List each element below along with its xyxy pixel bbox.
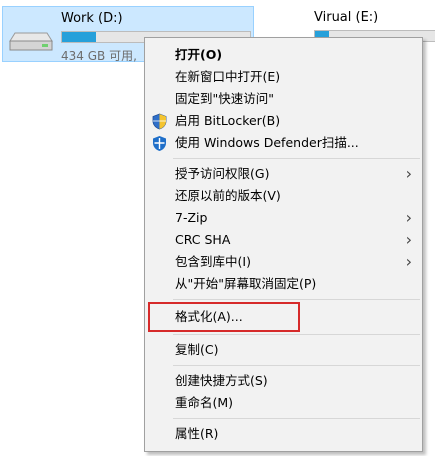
menu-item-open[interactable]: 打开(O) (145, 44, 422, 66)
drive-free-space: 434 GB 可用, (61, 49, 137, 63)
menu-item-defender[interactable]: 使用 Windows Defender扫描... (145, 132, 422, 154)
drive-name: Work (D:) (61, 11, 123, 26)
menu-item-label: 包含到库中(I) (175, 254, 251, 269)
menu-item-label: CRC SHA (175, 232, 231, 247)
menu-item-pin-quick-access[interactable]: 固定到"快速访问" (145, 88, 422, 110)
menu-item-unpin-start[interactable]: 从"开始"屏幕取消固定(P) (145, 273, 422, 295)
menu-item-label: 使用 Windows Defender扫描... (175, 135, 359, 150)
menu-item-label: 授予访问权限(G) (175, 166, 270, 181)
menu-separator (173, 365, 420, 366)
menu-item-include-library[interactable]: 包含到库中(I) › (145, 251, 422, 273)
menu-separator (173, 418, 420, 419)
menu-item-7zip[interactable]: 7-Zip › (145, 207, 422, 229)
chevron-right-icon: › (405, 164, 412, 183)
context-menu: 打开(O) 在新窗口中打开(E) 固定到"快速访问" 启用 BitLocker(… (144, 37, 423, 452)
chevron-right-icon: › (405, 230, 412, 249)
defender-icon (153, 136, 166, 151)
menu-separator (173, 158, 420, 159)
explorer-window: Work (D:) 434 GB 可用, Virual (E:) 打开(O) 在… (0, 0, 435, 456)
menu-item-grant-access[interactable]: 授予访问权限(G) › (145, 163, 422, 185)
menu-item-restore-versions[interactable]: 还原以前的版本(V) (145, 185, 422, 207)
menu-item-copy[interactable]: 复制(C) (145, 339, 422, 361)
menu-item-label: 启用 BitLocker(B) (175, 113, 281, 128)
menu-item-bitlocker[interactable]: 启用 BitLocker(B) (145, 110, 422, 132)
menu-item-properties[interactable]: 属性(R) (145, 423, 422, 445)
chevron-right-icon: › (405, 208, 412, 227)
menu-item-open-new-window[interactable]: 在新窗口中打开(E) (145, 66, 422, 88)
menu-item-label: 7-Zip (175, 210, 208, 225)
menu-separator (173, 299, 420, 300)
shield-icon (152, 113, 167, 130)
menu-item-format[interactable]: 格式化(A)... (148, 302, 300, 332)
hard-drive-icon (9, 32, 53, 51)
chevron-right-icon: › (405, 252, 412, 271)
menu-item-crc-sha[interactable]: CRC SHA › (145, 229, 422, 251)
menu-item-create-shortcut[interactable]: 创建快捷方式(S) (145, 370, 422, 392)
menu-item-rename[interactable]: 重命名(M) (145, 392, 422, 414)
usage-fill (62, 32, 96, 42)
menu-separator (173, 334, 420, 335)
drive-name: Virual (E:) (314, 10, 379, 25)
